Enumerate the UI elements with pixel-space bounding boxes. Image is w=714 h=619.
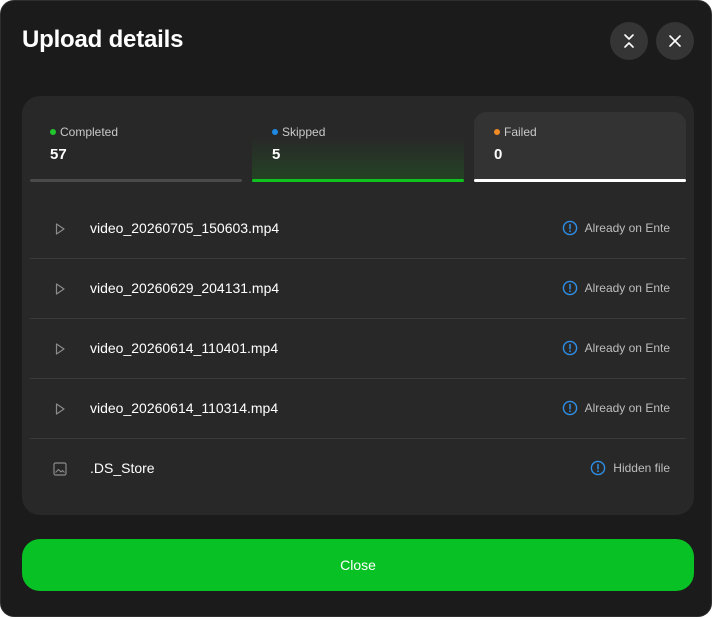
tab-skipped-indicator [252, 179, 464, 182]
file-status: Already on Ente [562, 220, 670, 236]
file-status-text: Already on Ente [584, 401, 670, 415]
tab-completed-count: 57 [50, 146, 67, 163]
file-status: Already on Ente [562, 340, 670, 356]
file-status: Hidden file [590, 460, 670, 476]
info-icon [590, 460, 606, 476]
close-dialog-button[interactable] [656, 22, 694, 60]
dialog-title: Upload details [22, 26, 184, 53]
tab-completed[interactable]: Completed 57 [30, 112, 242, 182]
file-name: .DS_Store [90, 460, 155, 476]
file-name: video_20260614_110314.mp4 [90, 400, 279, 416]
file-status: Already on Ente [562, 400, 670, 416]
info-icon [562, 340, 577, 356]
skipped-status-dot [272, 129, 278, 135]
file-status-text: Hidden file [613, 461, 670, 475]
info-icon [562, 400, 577, 416]
tab-failed-label: Failed [504, 125, 537, 139]
tab-skipped-count: 5 [272, 146, 281, 163]
upload-details-dialog: Upload details Completed 57 Skipped 5 Fa… [0, 0, 712, 617]
play-icon [52, 221, 68, 237]
image-icon [52, 461, 68, 477]
play-icon [52, 281, 68, 297]
file-status-text: Already on Ente [584, 221, 670, 235]
info-icon [562, 280, 577, 296]
info-icon [562, 220, 577, 236]
tab-completed-indicator [30, 179, 242, 182]
close-icon [669, 35, 681, 47]
completed-status-dot [50, 129, 56, 135]
close-button[interactable]: Close [22, 539, 694, 591]
list-item[interactable]: video_20260705_150603.mp4 Already on Ent… [30, 199, 686, 259]
list-item[interactable]: .DS_Store Hidden file [30, 439, 686, 499]
file-name: video_20260629_204131.mp4 [90, 280, 280, 296]
list-item[interactable]: video_20260629_204131.mp4 Already on Ent… [30, 259, 686, 319]
tab-skipped[interactable]: Skipped 5 [252, 112, 464, 182]
file-status: Already on Ente [562, 280, 670, 296]
file-status-text: Already on Ente [584, 341, 670, 355]
list-item[interactable]: video_20260614_110314.mp4 Already on Ent… [30, 379, 686, 439]
play-icon [52, 401, 68, 417]
collapse-button[interactable] [610, 22, 648, 60]
failed-status-dot [494, 129, 500, 135]
file-name: video_20260614_110401.mp4 [90, 340, 279, 356]
file-name: video_20260705_150603.mp4 [90, 220, 280, 236]
tab-failed-count: 0 [494, 146, 503, 163]
collapse-chevrons-icon [624, 34, 634, 48]
tab-failed[interactable]: Failed 0 [474, 112, 686, 182]
play-icon [52, 341, 68, 357]
tab-completed-label: Completed [60, 125, 119, 139]
tab-failed-indicator [474, 179, 686, 182]
file-status-text: Already on Ente [584, 281, 670, 295]
file-list: video_20260705_150603.mp4 Already on Ent… [30, 199, 686, 499]
tab-skipped-label: Skipped [282, 125, 326, 139]
list-item[interactable]: video_20260614_110401.mp4 Already on Ent… [30, 319, 686, 379]
upload-details-panel: Completed 57 Skipped 5 Failed 0 video_20… [22, 96, 694, 515]
